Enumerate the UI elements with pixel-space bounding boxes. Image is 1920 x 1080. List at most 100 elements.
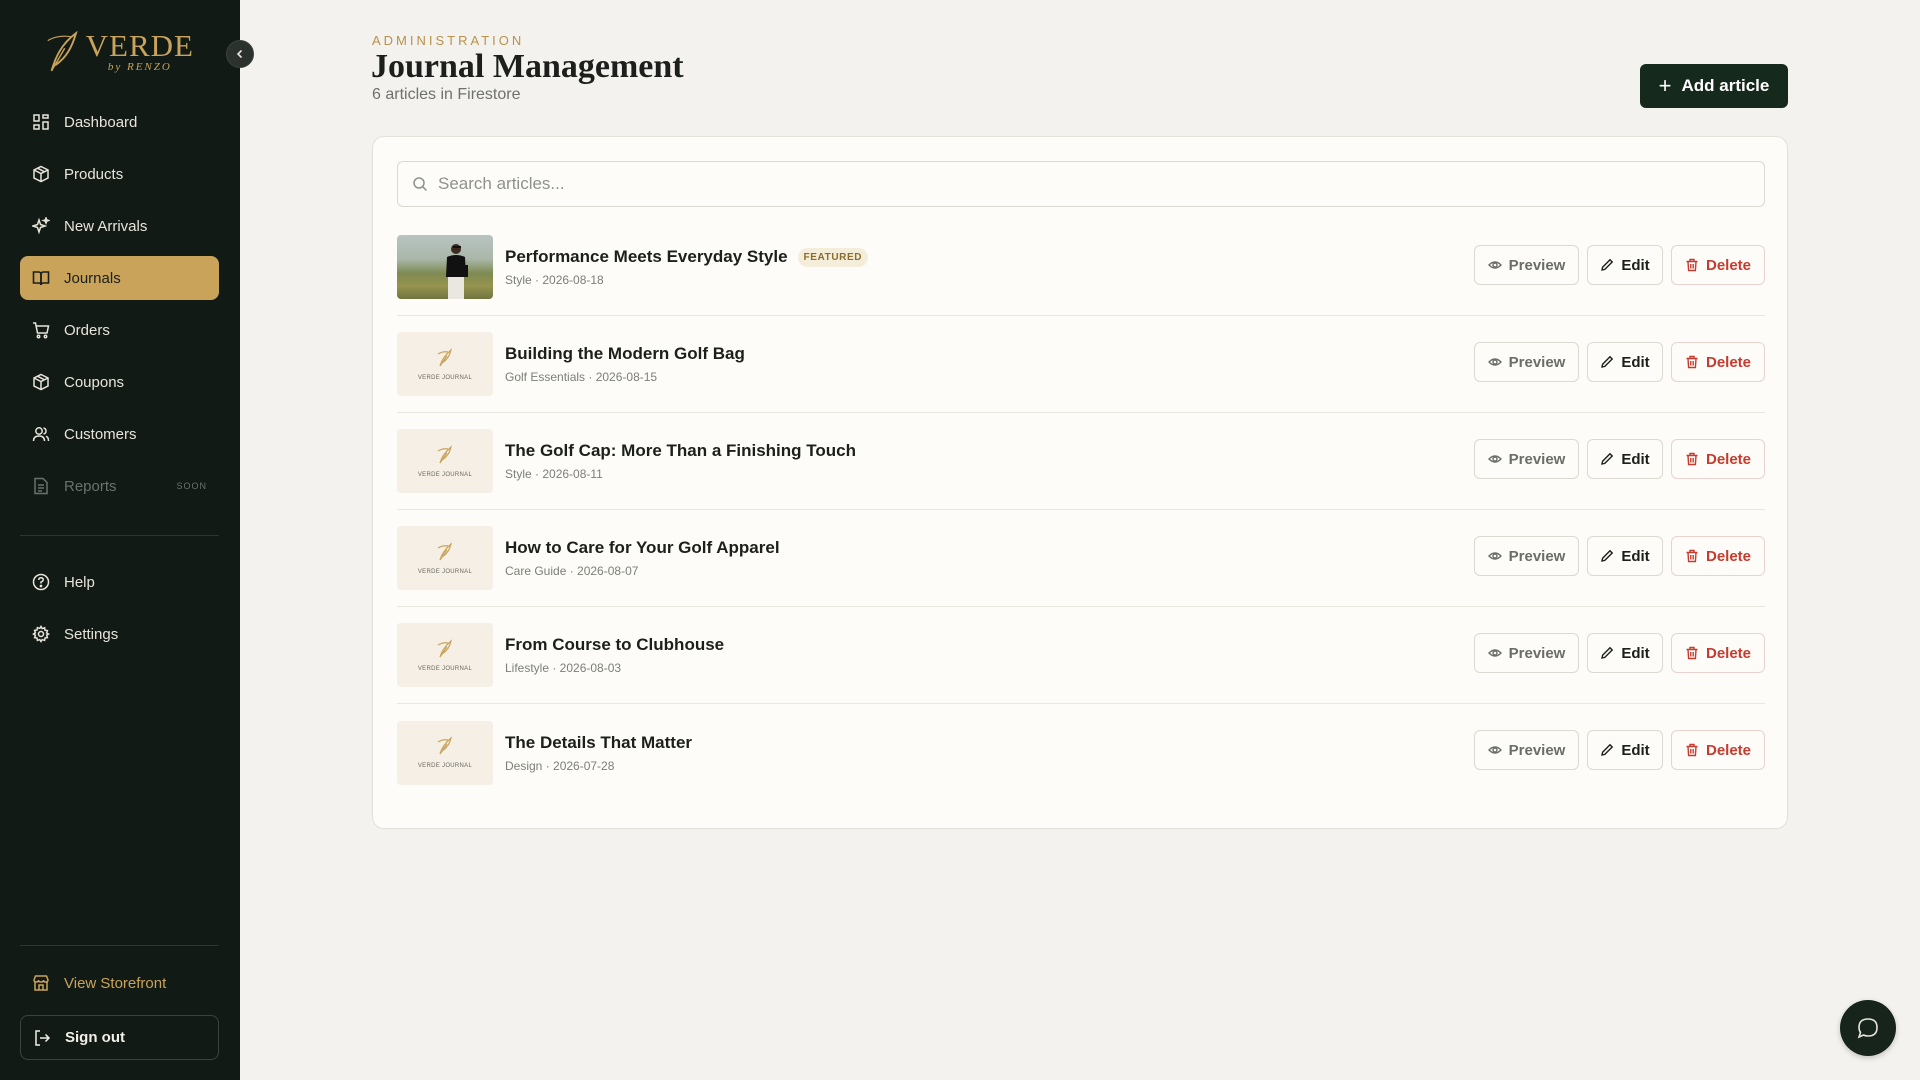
sign-out-label: Sign out	[65, 1029, 125, 1046]
edit-button[interactable]: Edit	[1587, 730, 1663, 770]
sidebar-item-new-arrivals[interactable]: New Arrivals	[20, 204, 219, 248]
delete-label: Delete	[1705, 741, 1752, 759]
preview-button[interactable]: Preview	[1474, 633, 1579, 673]
sparkles-icon	[32, 217, 50, 235]
search-input[interactable]	[438, 174, 1738, 194]
pencil-icon	[1600, 549, 1614, 563]
article-row: VERDE JOURNAL How to Care for Your Golf A…	[397, 510, 1765, 607]
edit-label: Edit	[1621, 256, 1650, 274]
help-circle-icon	[32, 573, 50, 591]
book-open-icon	[32, 269, 50, 287]
collapse-sidebar-button[interactable]	[226, 40, 254, 68]
eye-icon	[1487, 743, 1502, 757]
article-row: VERDE JOURNAL The Golf Cap: More Than a F…	[397, 413, 1765, 510]
article-actions: Preview Edit Delete	[1474, 536, 1765, 576]
chat-button[interactable]	[1840, 1000, 1896, 1056]
sidebar-secondary-nav: Help Settings	[20, 560, 219, 664]
view-storefront-link[interactable]: View Storefront	[20, 961, 219, 1005]
brand-name: VERDE	[85, 28, 194, 63]
box-icon	[32, 165, 50, 183]
delete-button[interactable]: Delete	[1671, 633, 1765, 673]
feather-logo-icon	[436, 541, 454, 567]
article-thumbnail-placeholder: VERDE JOURNAL	[397, 429, 493, 493]
articles-card: Performance Meets Everyday Style FEATURED…	[372, 136, 1788, 829]
article-title: Performance Meets Everyday Style	[505, 247, 788, 266]
article-title: From Course to Clubhouse	[505, 635, 725, 654]
sidebar-item-orders[interactable]: Orders	[20, 308, 219, 352]
article-actions: Preview Edit Delete	[1474, 342, 1765, 382]
article-meta: Design · 2026-07-28	[505, 758, 615, 773]
preview-label: Preview	[1508, 644, 1566, 662]
grid-icon	[32, 113, 50, 131]
preview-button[interactable]: Preview	[1474, 536, 1579, 576]
file-icon	[32, 477, 50, 495]
box-icon	[32, 373, 50, 391]
delete-label: Delete	[1705, 256, 1752, 274]
article-thumbnail	[397, 235, 493, 299]
add-article-button[interactable]: + Add article	[1640, 64, 1788, 108]
sidebar-item-label: Journals	[64, 269, 121, 287]
thumbnail-label: VERDE JOURNAL	[417, 665, 473, 672]
featured-badge: FEATURED	[797, 247, 869, 267]
delete-button[interactable]: Delete	[1671, 245, 1765, 285]
preview-button[interactable]: Preview	[1474, 342, 1579, 382]
sidebar-item-label: Settings	[64, 625, 119, 643]
pencil-icon	[1600, 743, 1614, 757]
thumbnail-label: VERDE JOURNAL	[417, 374, 473, 381]
preview-button[interactable]: Preview	[1474, 245, 1579, 285]
article-actions: Preview Edit Delete	[1474, 245, 1765, 285]
delete-label: Delete	[1705, 450, 1752, 468]
article-meta: Lifestyle · 2026-08-03	[505, 661, 622, 675]
preview-label: Preview	[1508, 353, 1566, 371]
store-icon	[32, 974, 50, 992]
sidebar-item-label: Coupons	[64, 373, 125, 391]
article-actions: Preview Edit Delete	[1474, 439, 1765, 479]
sidebar-item-coupons[interactable]: Coupons	[20, 360, 219, 404]
edit-label: Edit	[1621, 547, 1650, 565]
sidebar: VERDE by RENZO Dashboard Products New Ar…	[0, 0, 240, 1080]
articles-list: Performance Meets Everyday Style FEATURED…	[397, 219, 1765, 801]
sidebar-item-journals[interactable]: Journals	[20, 256, 219, 300]
feather-logo-icon	[436, 638, 454, 664]
golfer-image	[441, 241, 471, 299]
edit-label: Edit	[1621, 353, 1650, 371]
preview-button[interactable]: Preview	[1474, 439, 1579, 479]
delete-button[interactable]: Delete	[1671, 536, 1765, 576]
article-meta: Style · 2026-08-18	[505, 273, 604, 287]
sign-out-button[interactable]: Sign out	[20, 1015, 219, 1060]
article-thumbnail-placeholder: VERDE JOURNAL	[397, 720, 493, 785]
sidebar-item-customers[interactable]: Customers	[20, 412, 219, 456]
sidebar-item-settings[interactable]: Settings	[20, 612, 219, 656]
edit-button[interactable]: Edit	[1587, 245, 1663, 285]
log-out-icon	[33, 1029, 51, 1047]
edit-button[interactable]: Edit	[1587, 439, 1663, 479]
preview-label: Preview	[1508, 547, 1566, 565]
delete-label: Delete	[1705, 644, 1752, 662]
delete-button[interactable]: Delete	[1671, 730, 1765, 770]
article-row: VERDE JOURNAL Building the Modern Golf Ba…	[397, 316, 1765, 413]
feather-logo-icon	[436, 347, 454, 373]
sidebar-item-help[interactable]: Help	[20, 560, 219, 604]
article-title: The Details That Matter	[505, 732, 693, 752]
article-actions: Preview Edit Delete	[1474, 730, 1765, 770]
delete-button[interactable]: Delete	[1671, 342, 1765, 382]
article-row: Performance Meets Everyday Style FEATURED…	[397, 219, 1765, 316]
delete-button[interactable]: Delete	[1671, 439, 1765, 479]
search-icon	[413, 177, 428, 192]
article-info: Building the Modern Golf Bag Golf Essenti…	[505, 344, 745, 384]
page-subtitle: 6 articles in Firestore	[372, 86, 521, 103]
preview-button[interactable]: Preview	[1474, 730, 1579, 770]
sidebar-item-label: Dashboard	[64, 113, 138, 131]
article-thumbnail-placeholder: VERDE JOURNAL	[397, 623, 493, 687]
sidebar-item-label: Orders	[64, 321, 110, 339]
edit-button[interactable]: Edit	[1587, 536, 1663, 576]
edit-button[interactable]: Edit	[1587, 633, 1663, 673]
delete-label: Delete	[1705, 547, 1752, 565]
article-title: The Golf Cap: More Than a Finishing Touc…	[505, 441, 857, 460]
sidebar-item-dashboard[interactable]: Dashboard	[20, 100, 219, 144]
sidebar-item-label: Reports	[64, 477, 117, 495]
trash-icon	[1685, 743, 1699, 757]
sidebar-item-products[interactable]: Products	[20, 152, 219, 196]
brand-logo[interactable]: VERDE by RENZO	[44, 26, 194, 78]
edit-button[interactable]: Edit	[1587, 342, 1663, 382]
